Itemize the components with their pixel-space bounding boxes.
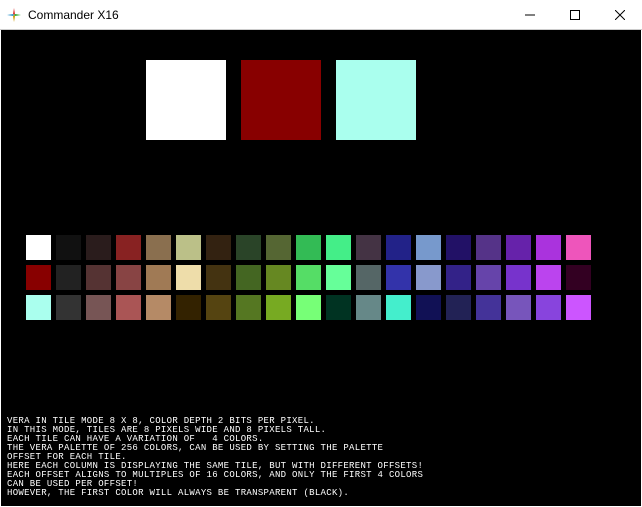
palette-cell bbox=[146, 265, 171, 290]
palette-cell bbox=[86, 265, 111, 290]
minimize-button[interactable] bbox=[507, 0, 552, 29]
palette-cell bbox=[176, 295, 201, 320]
palette-cell bbox=[236, 235, 261, 260]
palette-cell bbox=[536, 235, 561, 260]
big-swatch-white bbox=[146, 60, 226, 140]
palette-cell bbox=[326, 265, 351, 290]
palette-cell bbox=[206, 265, 231, 290]
palette-cell bbox=[386, 295, 411, 320]
titlebar: Commander X16 bbox=[0, 0, 642, 30]
palette-cell bbox=[536, 295, 561, 320]
palette-cell bbox=[146, 295, 171, 320]
palette-cell bbox=[416, 235, 441, 260]
palette-cell bbox=[446, 265, 471, 290]
palette-cell bbox=[56, 265, 81, 290]
palette-cell bbox=[296, 265, 321, 290]
palette-cell bbox=[356, 235, 381, 260]
app-icon bbox=[6, 7, 22, 23]
palette-cell bbox=[206, 235, 231, 260]
window-title: Commander X16 bbox=[28, 8, 507, 22]
close-button[interactable] bbox=[597, 0, 642, 29]
palette-cell bbox=[506, 295, 531, 320]
palette-row bbox=[26, 235, 591, 260]
palette-cell bbox=[566, 235, 591, 260]
palette-cell bbox=[356, 265, 381, 290]
palette-cell bbox=[266, 265, 291, 290]
palette-cell bbox=[566, 265, 591, 290]
palette-cell bbox=[116, 235, 141, 260]
palette-cell bbox=[236, 265, 261, 290]
big-swatch-pale-cyan bbox=[336, 60, 416, 140]
palette-row bbox=[26, 265, 591, 290]
palette-cell bbox=[446, 235, 471, 260]
palette-cell bbox=[566, 295, 591, 320]
palette-cell bbox=[146, 235, 171, 260]
palette-cell bbox=[476, 295, 501, 320]
big-swatch-dark-red bbox=[241, 60, 321, 140]
palette-cell bbox=[386, 235, 411, 260]
palette-cell bbox=[26, 235, 51, 260]
window-controls bbox=[507, 0, 642, 29]
palette-cell bbox=[26, 265, 51, 290]
palette-cell bbox=[116, 265, 141, 290]
palette-cell bbox=[56, 295, 81, 320]
palette-cell bbox=[266, 235, 291, 260]
palette-cell bbox=[476, 265, 501, 290]
palette-cell bbox=[386, 265, 411, 290]
palette-cell bbox=[296, 295, 321, 320]
palette-cell bbox=[26, 295, 51, 320]
palette-cell bbox=[476, 235, 501, 260]
palette-cell bbox=[116, 295, 141, 320]
description-text: VERA IN TILE MODE 8 X 8, COLOR DEPTH 2 B… bbox=[7, 417, 423, 498]
palette-cell bbox=[56, 235, 81, 260]
palette-cell bbox=[176, 235, 201, 260]
palette-row bbox=[26, 295, 591, 320]
palette-cell bbox=[296, 235, 321, 260]
palette-cell bbox=[446, 295, 471, 320]
palette-cell bbox=[506, 265, 531, 290]
palette-cell bbox=[536, 265, 561, 290]
big-swatches bbox=[146, 60, 416, 140]
palette-cell bbox=[326, 295, 351, 320]
palette-cell bbox=[266, 295, 291, 320]
palette-cell bbox=[86, 235, 111, 260]
palette-cell bbox=[86, 295, 111, 320]
palette-cell bbox=[416, 295, 441, 320]
palette-cell bbox=[356, 295, 381, 320]
palette-cell bbox=[206, 295, 231, 320]
palette-cell bbox=[416, 265, 441, 290]
palette-cell bbox=[326, 235, 351, 260]
maximize-button[interactable] bbox=[552, 0, 597, 29]
emulator-viewport: VERA IN TILE MODE 8 X 8, COLOR DEPTH 2 B… bbox=[1, 30, 641, 506]
palette-cell bbox=[176, 265, 201, 290]
palette-cell bbox=[236, 295, 261, 320]
palette-grid bbox=[26, 235, 591, 325]
palette-cell bbox=[506, 235, 531, 260]
